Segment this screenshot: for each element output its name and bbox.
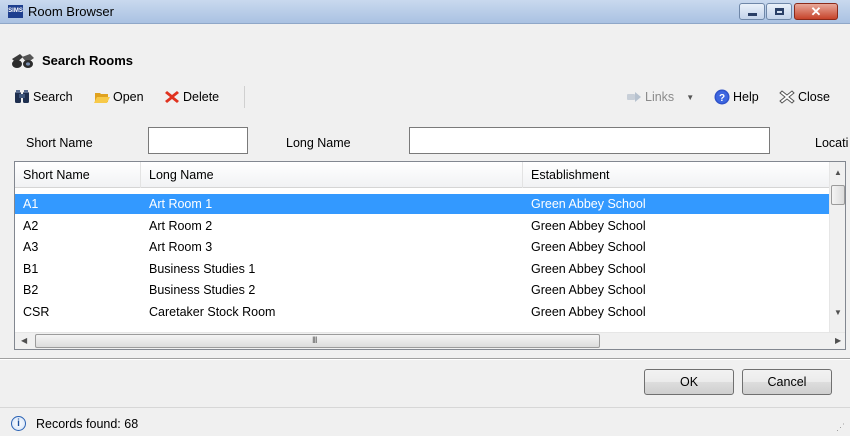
cell-long-name: Art Room 1 <box>149 197 213 211</box>
cancel-button[interactable]: Cancel <box>742 369 832 395</box>
scroll-grip: III <box>312 335 317 345</box>
column-header-short-name[interactable]: Short Name <box>15 162 141 188</box>
long-name-input[interactable] <box>409 127 770 154</box>
cell-short-name: B2 <box>23 283 39 297</box>
scroll-up-icon[interactable]: ▲ <box>834 168 842 177</box>
short-name-label: Short Name <box>26 136 93 150</box>
title-bar[interactable]: SIMS Room Browser ✕ <box>0 0 850 24</box>
column-header-establishment[interactable]: Establishment <box>523 162 829 188</box>
maximize-icon <box>775 8 784 15</box>
help-button[interactable]: ? Help <box>714 88 759 106</box>
close-x-icon <box>779 90 795 104</box>
cell-establishment: Green Abbey School <box>531 240 646 254</box>
cell-long-name: Art Room 3 <box>149 240 213 254</box>
short-name-input[interactable] <box>148 127 248 154</box>
help-label: Help <box>733 90 759 104</box>
open-folder-icon <box>94 93 110 103</box>
cell-long-name: Business Studies 2 <box>149 283 256 297</box>
table-row[interactable]: B2 Business Studies 2 Green Abbey School <box>15 280 829 300</box>
toolbar-separator <box>244 86 245 108</box>
search-button[interactable]: Search <box>14 88 73 106</box>
table-row[interactable]: A3 Art Room 3 Green Abbey School <box>15 237 829 257</box>
vertical-scroll-thumb[interactable] <box>831 185 845 205</box>
horizontal-scroll-thumb[interactable]: III <box>35 334 600 348</box>
minimize-icon <box>748 13 757 16</box>
delete-x-icon <box>165 91 179 103</box>
cell-short-name: B1 <box>23 262 39 276</box>
delete-label: Delete <box>183 90 220 104</box>
delete-button[interactable]: Delete <box>164 88 219 106</box>
cell-short-name: A3 <box>23 240 39 254</box>
cell-establishment: Green Abbey School <box>531 219 646 233</box>
binoculars-icon <box>12 54 34 68</box>
horizontal-scrollbar[interactable]: ◀ III ▶ <box>15 332 845 349</box>
cell-establishment: Green Abbey School <box>531 197 646 211</box>
close-button[interactable]: Close <box>779 88 830 106</box>
room-browser-window: SIMS Room Browser ✕ Search Rooms Search … <box>0 0 850 436</box>
cell-establishment: Green Abbey School <box>531 283 646 297</box>
search-binoculars-icon <box>15 90 29 103</box>
results-grid[interactable]: Short Name Long Name Establishment A1 Ar… <box>14 161 846 350</box>
links-icon <box>627 92 641 102</box>
sims-app-icon: SIMS <box>8 5 23 18</box>
resize-grip-icon[interactable]: ⋰ <box>836 422 845 433</box>
table-row[interactable]: A2 Art Room 2 Green Abbey School <box>15 216 829 236</box>
close-label: Close <box>798 90 830 104</box>
location-label: Locati <box>815 136 849 150</box>
grid-header: Short Name Long Name Establishment <box>15 162 829 188</box>
panel-title: Search Rooms <box>42 53 134 68</box>
status-bar: i Records found: 68 ⋰ <box>0 407 850 436</box>
links-button[interactable]: Links ▼ <box>626 88 694 106</box>
cell-short-name: CSR <box>23 305 50 319</box>
help-icon: ? <box>714 89 730 105</box>
chevron-down-icon: ▼ <box>686 92 695 102</box>
links-label: Links <box>645 90 675 104</box>
svg-text:?: ? <box>719 93 725 104</box>
cell-short-name: A2 <box>23 219 39 233</box>
table-row[interactable]: CSR Caretaker Stock Room Green Abbey Sch… <box>15 302 829 322</box>
maximize-button[interactable] <box>766 3 792 20</box>
vertical-scrollbar[interactable]: ▲ ▼ <box>829 162 845 332</box>
button-area-divider-highlight <box>0 359 850 360</box>
minimize-button[interactable] <box>739 3 765 20</box>
scroll-down-icon[interactable]: ▼ <box>834 308 842 317</box>
long-name-label: Long Name <box>286 136 351 150</box>
scroll-right-icon[interactable]: ▶ <box>835 336 841 345</box>
column-header-long-name[interactable]: Long Name <box>141 162 523 188</box>
open-button[interactable]: Open <box>94 88 144 106</box>
open-label: Open <box>113 90 144 104</box>
cell-long-name: Art Room 2 <box>149 219 213 233</box>
records-found-text: Records found: 68 <box>36 417 139 431</box>
table-row[interactable]: B1 Business Studies 1 Green Abbey School <box>15 259 829 279</box>
cell-long-name: Caretaker Stock Room <box>149 305 276 319</box>
window-title: Room Browser <box>28 4 114 19</box>
info-icon: i <box>11 416 26 431</box>
cell-establishment: Green Abbey School <box>531 305 646 319</box>
scroll-left-icon[interactable]: ◀ <box>21 336 27 345</box>
table-row[interactable]: A1 Art Room 1 Green Abbey School <box>15 194 829 214</box>
search-label: Search <box>33 90 73 104</box>
cell-long-name: Business Studies 1 <box>149 262 256 276</box>
close-icon: ✕ <box>810 4 822 19</box>
ok-button[interactable]: OK <box>644 369 734 395</box>
window-close-button[interactable]: ✕ <box>794 3 838 20</box>
cell-establishment: Green Abbey School <box>531 262 646 276</box>
cell-short-name: A1 <box>23 197 39 211</box>
